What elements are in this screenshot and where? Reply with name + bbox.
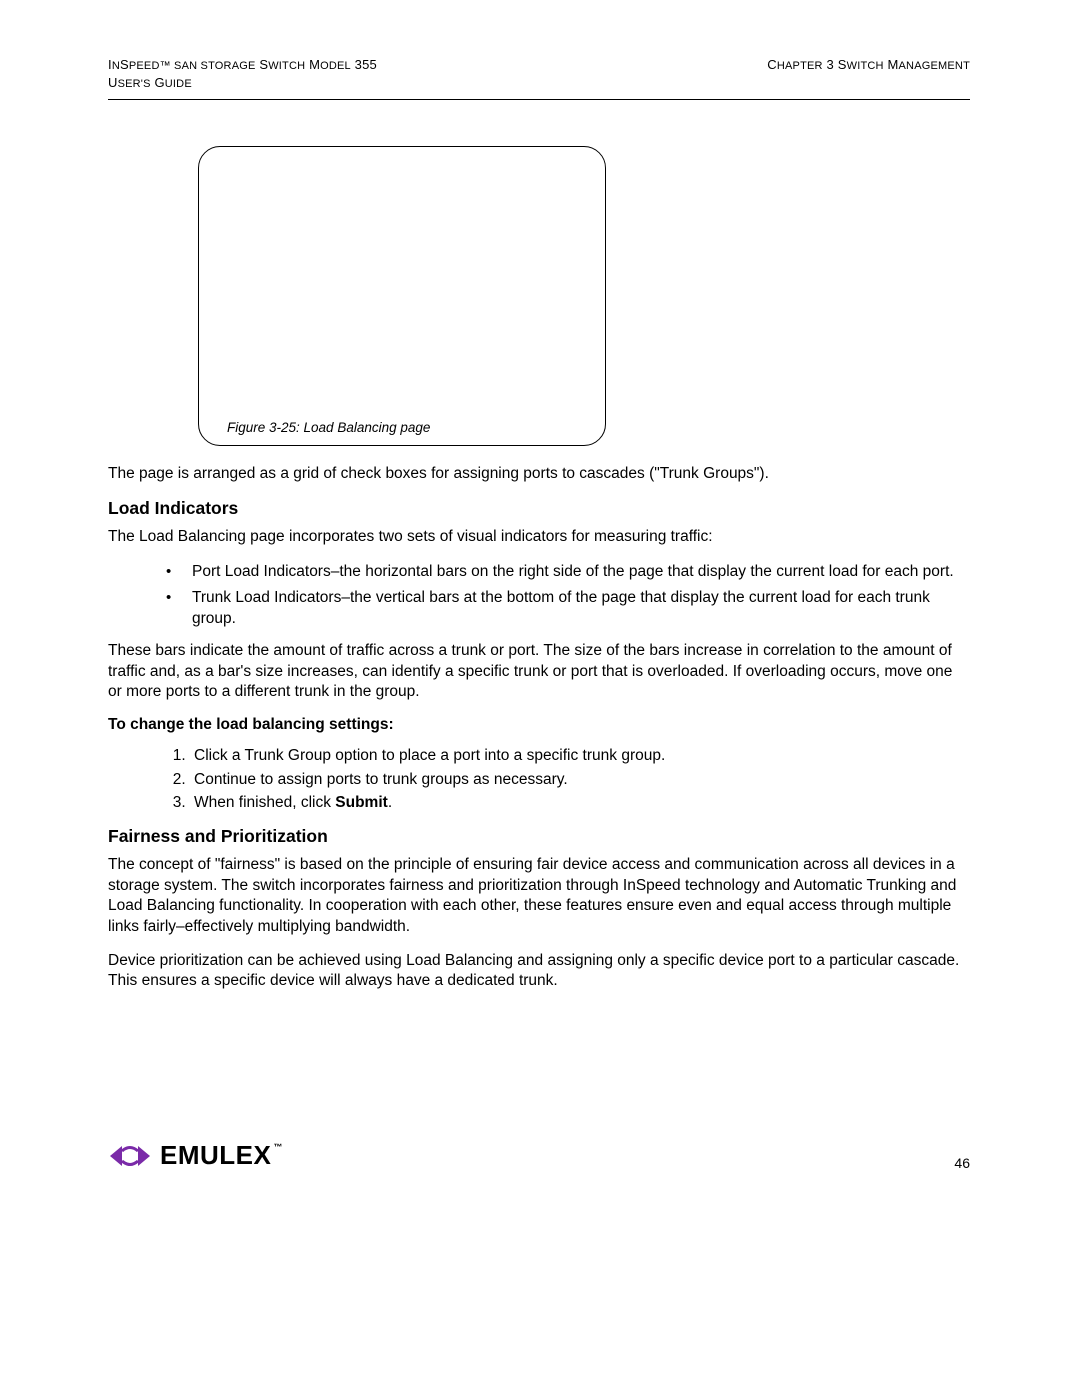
list-item: Continue to assign ports to trunk groups…: [190, 768, 970, 791]
t: odel: [320, 60, 351, 72]
t: uide: [165, 78, 192, 90]
emulex-logo-icon: [108, 1142, 152, 1170]
ordered-steps: Click a Trunk Group option to place a po…: [166, 744, 970, 814]
t: M: [305, 57, 320, 72]
list-item: Trunk Load Indicators–the vertical bars …: [166, 588, 970, 629]
brand-text: EMULEX: [160, 1140, 271, 1170]
t: ser's: [118, 78, 151, 90]
section-heading-load-indicators: Load Indicators: [108, 498, 970, 519]
paragraph: The page is arranged as a grid of check …: [108, 464, 970, 484]
page-number: 46: [954, 1155, 970, 1171]
page-content: InSpeed™ SAN Storage Switch Model 355 Us…: [108, 56, 970, 1006]
t: anagement: [899, 60, 970, 72]
paragraph: The Load Balancing page incorporates two…: [108, 527, 970, 547]
header-left: InSpeed™ SAN Storage Switch Model 355 Us…: [108, 56, 377, 93]
bullet-list: Port Load Indicators–the horizontal bars…: [166, 562, 970, 629]
step3-bold: Submit: [335, 794, 388, 811]
step3-suffix: .: [388, 794, 392, 811]
t: 3 S: [823, 57, 847, 72]
t: G: [151, 75, 165, 90]
t: U: [108, 75, 118, 90]
list-item: When finished, click Submit.: [190, 791, 970, 814]
trademark-symbol: ™: [273, 1142, 283, 1152]
section-heading-fairness: Fairness and Prioritization: [108, 826, 970, 847]
t: C: [767, 57, 777, 72]
figure-placeholder: Figure 3-25: Load Balancing page: [198, 146, 606, 446]
figure-caption: Figure 3-25: Load Balancing page: [227, 420, 430, 435]
t: witch: [268, 60, 305, 72]
brand-logo: EMULEX™: [108, 1140, 281, 1171]
t: S: [120, 57, 129, 72]
t: M: [884, 57, 899, 72]
t: n: [112, 60, 120, 72]
paragraph: These bars indicate the amount of traffi…: [108, 641, 970, 702]
step3-prefix: When finished, click: [194, 794, 335, 811]
t: witch: [847, 60, 884, 72]
t: S: [256, 57, 269, 72]
header-guide-line: User's Guide: [108, 74, 377, 92]
t: torage: [208, 60, 255, 72]
header-right: Chapter 3 Switch Management: [767, 56, 970, 93]
page-footer: EMULEX™ 46: [108, 1140, 970, 1171]
t: hapter: [777, 60, 823, 72]
t: peed™ SAN S: [129, 60, 208, 72]
brand-name: EMULEX™: [160, 1140, 281, 1171]
list-item: Port Load Indicators–the horizontal bars…: [166, 562, 970, 582]
header-product-line: InSpeed™ SAN Storage Switch Model 355: [108, 56, 377, 74]
t: 355: [351, 57, 377, 72]
paragraph: Device prioritization can be achieved us…: [108, 951, 970, 992]
paragraph: The concept of "fairness" is based on th…: [108, 855, 970, 937]
steps-lead: To change the load balancing settings:: [108, 716, 970, 734]
list-item: Click a Trunk Group option to place a po…: [190, 744, 970, 767]
page-header: InSpeed™ SAN Storage Switch Model 355 Us…: [108, 56, 970, 100]
